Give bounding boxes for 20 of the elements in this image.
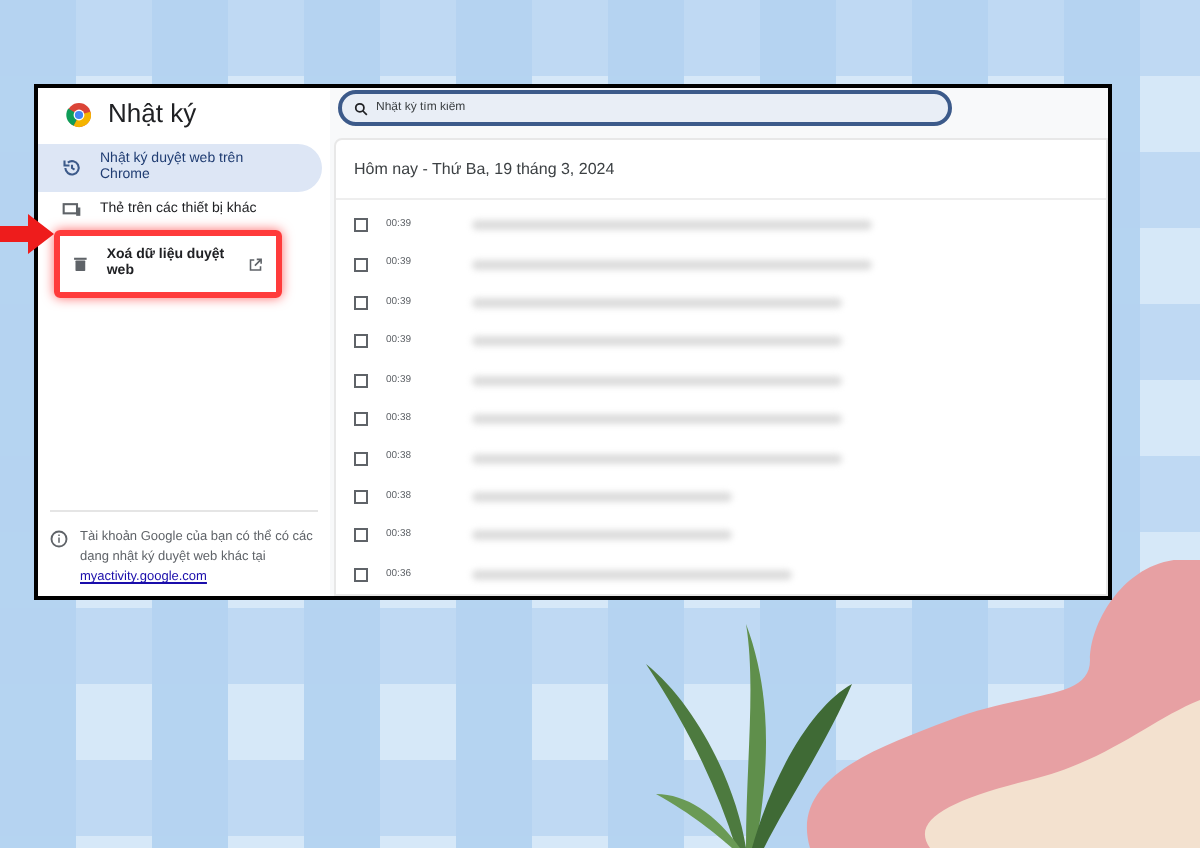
row-checkbox[interactable] [354,490,368,505]
row-checkbox[interactable] [354,218,368,233]
app-title: Nhật ký [108,96,197,133]
info-icon [50,530,68,548]
row-checkbox[interactable] [354,373,368,388]
row-checkbox[interactable] [354,257,368,272]
search-icon [354,101,368,115]
external-link-icon [248,255,264,273]
history-icon [62,158,82,178]
row-checkbox[interactable] [354,567,368,582]
row-checkbox[interactable] [354,451,368,466]
devices-icon [62,200,82,220]
row-checkbox[interactable] [354,296,368,311]
trash-icon [72,254,89,274]
row-checkbox[interactable] [354,334,368,349]
row-checkbox[interactable] [354,528,368,543]
date-heading: Hôm nay - Thứ Ba, 19 tháng 3, 2024 [336,140,1106,201]
pointer-arrow-icon [0,214,54,254]
row-checkbox[interactable] [354,412,368,427]
browser-logo-icon [66,101,92,127]
